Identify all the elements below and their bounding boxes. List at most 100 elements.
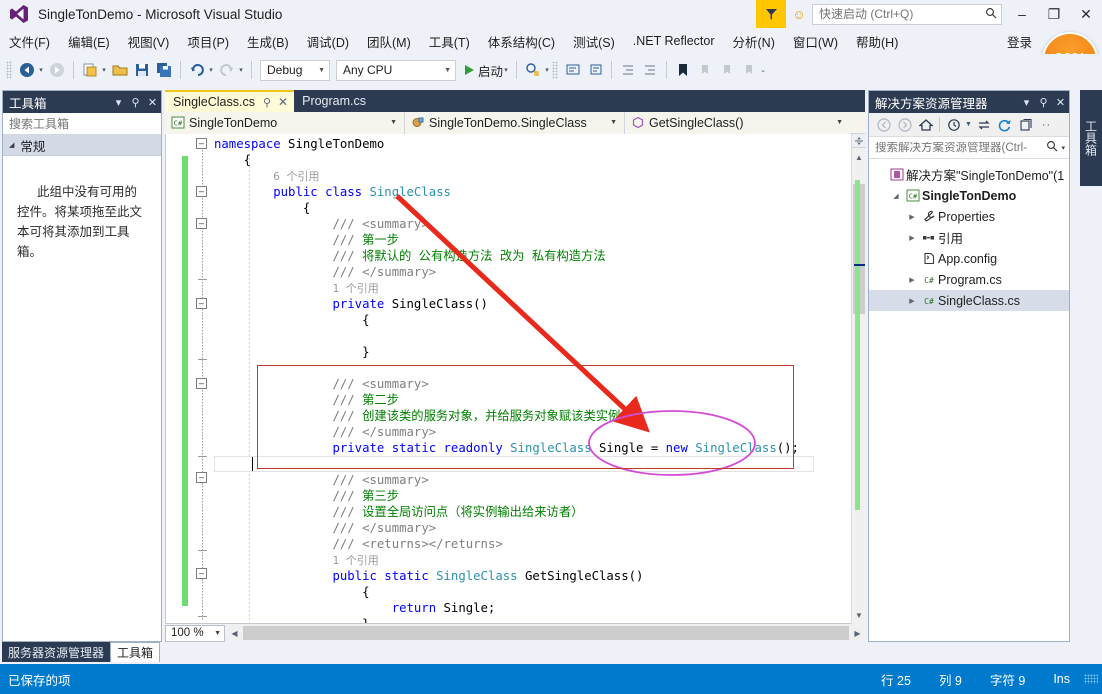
play-icon[interactable] xyxy=(465,65,474,75)
refresh-icon[interactable] xyxy=(994,114,1015,136)
toolbox-search-box[interactable]: ▾ xyxy=(3,113,183,135)
maximize-button[interactable]: ❐ xyxy=(1038,0,1070,28)
bookmark-icon[interactable] xyxy=(672,59,694,81)
increase-indent-icon[interactable] xyxy=(617,59,639,81)
fold-toggle[interactable]: – xyxy=(196,298,207,309)
navbar-member-combo[interactable]: GetSingleClass() ▼ xyxy=(625,111,850,134)
navigate-back-icon[interactable] xyxy=(873,114,894,136)
solution-explorer-search-box[interactable]: ▾ xyxy=(869,137,1069,159)
chevron-collapsed-icon[interactable]: ▶ xyxy=(905,276,919,284)
pin-icon[interactable]: ⚲ xyxy=(263,96,271,109)
fold-toggle[interactable]: – xyxy=(196,472,207,483)
save-icon[interactable] xyxy=(131,59,153,81)
find-in-files-icon[interactable] xyxy=(522,59,544,81)
scroll-left-arrow[interactable]: ◀ xyxy=(227,625,242,641)
start-debug-button[interactable]: 启动 xyxy=(478,61,503,80)
menu-item-test[interactable]: 测试(S) xyxy=(564,29,624,54)
menu-item-edit[interactable]: 编辑(E) xyxy=(59,29,119,54)
scroll-down-arrow[interactable]: ▼ xyxy=(852,608,866,622)
navigate-back-icon[interactable] xyxy=(16,59,38,81)
smiley-icon[interactable]: ☺ xyxy=(786,0,812,28)
open-file-icon[interactable] xyxy=(109,59,131,81)
fold-toggle[interactable]: – xyxy=(196,138,207,149)
tree-item[interactable]: ▶ Properties xyxy=(869,206,1069,227)
toolbar-grip-2[interactable] xyxy=(552,61,559,79)
close-button[interactable]: ✕ xyxy=(1070,0,1102,28)
start-dropdown-icon[interactable]: ▾ xyxy=(501,66,511,74)
home-icon[interactable] xyxy=(915,114,936,136)
pin-icon[interactable]: ⚲ xyxy=(127,92,144,112)
sync-with-active-document-icon[interactable] xyxy=(973,114,994,136)
fold-toggle[interactable]: – xyxy=(196,378,207,389)
pending-changes-filter-icon[interactable] xyxy=(943,114,964,136)
hscrollbar-thumb[interactable] xyxy=(243,626,849,640)
chevron-down-icon[interactable]: ▼ xyxy=(964,114,973,136)
navigate-forward-icon[interactable] xyxy=(894,114,915,136)
toolbar-grip[interactable] xyxy=(6,61,12,79)
toolbox-group-general[interactable]: ◢ 常规 xyxy=(3,135,161,156)
toolbox-search-input[interactable] xyxy=(9,116,164,131)
undo-icon[interactable] xyxy=(186,59,208,81)
minimize-button[interactable]: – xyxy=(1006,0,1038,28)
menu-item-project[interactable]: 项目(P) xyxy=(178,29,238,54)
solution-platform-combo[interactable]: Any CPU ▼ xyxy=(336,59,456,81)
menu-item-view[interactable]: 视图(V) xyxy=(119,29,179,54)
document-tab-singleclass[interactable]: SingleClass.cs ⚲ ✕ xyxy=(165,90,295,112)
menu-item-window[interactable]: 窗口(W) xyxy=(784,29,847,54)
resize-grip[interactable] xyxy=(1084,674,1098,684)
chevron-down-icon[interactable]: ▾ xyxy=(110,92,127,112)
new-project-icon[interactable] xyxy=(79,59,101,81)
document-tab-program[interactable]: Program.cs xyxy=(294,90,372,112)
save-all-icon[interactable] xyxy=(153,59,175,81)
editor-vertical-scrollbar[interactable]: ▲ ▼ xyxy=(851,134,866,624)
zoom-level-combo[interactable]: 100 % ▼ xyxy=(165,624,225,642)
fold-toggle[interactable]: – xyxy=(196,218,207,229)
menu-item-build[interactable]: 生成(B) xyxy=(238,29,298,54)
tree-item[interactable]: ▶ 引用 xyxy=(869,227,1069,248)
menu-item-architecture[interactable]: 体系结构(C) xyxy=(479,29,564,54)
solution-tree[interactable]: 解决方案"SingleTonDemo"(1 ◢ C# SingleTonDemo ▶ P… xyxy=(869,159,1069,311)
tab-server-explorer[interactable]: 服务器资源管理器 xyxy=(2,642,111,662)
quick-launch-box[interactable] xyxy=(812,3,1002,25)
quick-launch-input[interactable] xyxy=(819,7,985,21)
menu-item-analyze[interactable]: 分析(N) xyxy=(724,29,784,54)
chevron-down-icon[interactable]: ▾ xyxy=(1018,92,1035,112)
menu-item-file[interactable]: 文件(F) xyxy=(0,29,59,54)
editor-horizontal-scrollbar[interactable]: ◀ ▶ xyxy=(227,625,865,641)
tree-item[interactable]: ▶ C# Program.cs xyxy=(869,269,1069,290)
tab-toolbox[interactable]: 工具箱 xyxy=(110,642,161,662)
feedback-flag-icon[interactable] xyxy=(756,0,786,28)
chevron-expanded-icon[interactable]: ◢ xyxy=(889,192,903,200)
tree-item[interactable]: ▶ C# SingleClass.cs xyxy=(869,290,1069,311)
comment-selection-icon[interactable] xyxy=(562,59,584,81)
show-all-files-icon[interactable] xyxy=(1015,114,1036,136)
menu-item-team[interactable]: 团队(M) xyxy=(358,29,420,54)
right-docked-tab-toolbox[interactable]: 工具箱 xyxy=(1080,90,1102,186)
chevron-collapsed-icon[interactable]: ▶ xyxy=(905,213,919,221)
solution-explorer-search-input[interactable] xyxy=(875,141,1047,154)
uncomment-selection-icon[interactable] xyxy=(584,59,606,81)
solution-configuration-combo[interactable]: Debug ▼ xyxy=(260,59,330,81)
fold-toggle[interactable]: – xyxy=(196,186,207,197)
fold-toggle[interactable]: – xyxy=(196,568,207,579)
outlining-margin[interactable]: – – – – – – – xyxy=(196,134,210,623)
tree-item[interactable]: ◢ C# SingleTonDemo xyxy=(869,185,1069,206)
scroll-up-arrow[interactable]: ▲ xyxy=(852,150,866,164)
navbar-type-combo[interactable]: SingleTonDemo.SingleClass ▼ xyxy=(405,111,625,134)
decrease-indent-icon[interactable] xyxy=(639,59,661,81)
tree-item[interactable]: 解决方案"SingleTonDemo"(1 xyxy=(869,164,1069,185)
overflow-icon[interactable]: ·· xyxy=(1036,114,1057,136)
split-view-button[interactable] xyxy=(852,134,866,148)
search-options-dropdown-icon[interactable]: ▾ xyxy=(1061,144,1065,152)
close-icon[interactable]: ✕ xyxy=(144,92,161,112)
status-insert-mode[interactable]: Ins xyxy=(1039,672,1084,686)
navbar-project-combo[interactable]: C# SingleTonDemo ▼ xyxy=(165,111,405,134)
menu-item-debug[interactable]: 调试(D) xyxy=(298,29,358,54)
scroll-right-arrow[interactable]: ▶ xyxy=(850,625,865,641)
tree-item[interactable]: App.config xyxy=(869,248,1069,269)
chevron-collapsed-icon[interactable]: ▶ xyxy=(905,297,919,305)
menu-item-help[interactable]: 帮助(H) xyxy=(847,29,907,54)
close-icon[interactable]: ✕ xyxy=(278,95,288,109)
menu-item-tools[interactable]: 工具(T) xyxy=(420,29,479,54)
sign-in-link[interactable]: 登录 xyxy=(1007,32,1032,51)
